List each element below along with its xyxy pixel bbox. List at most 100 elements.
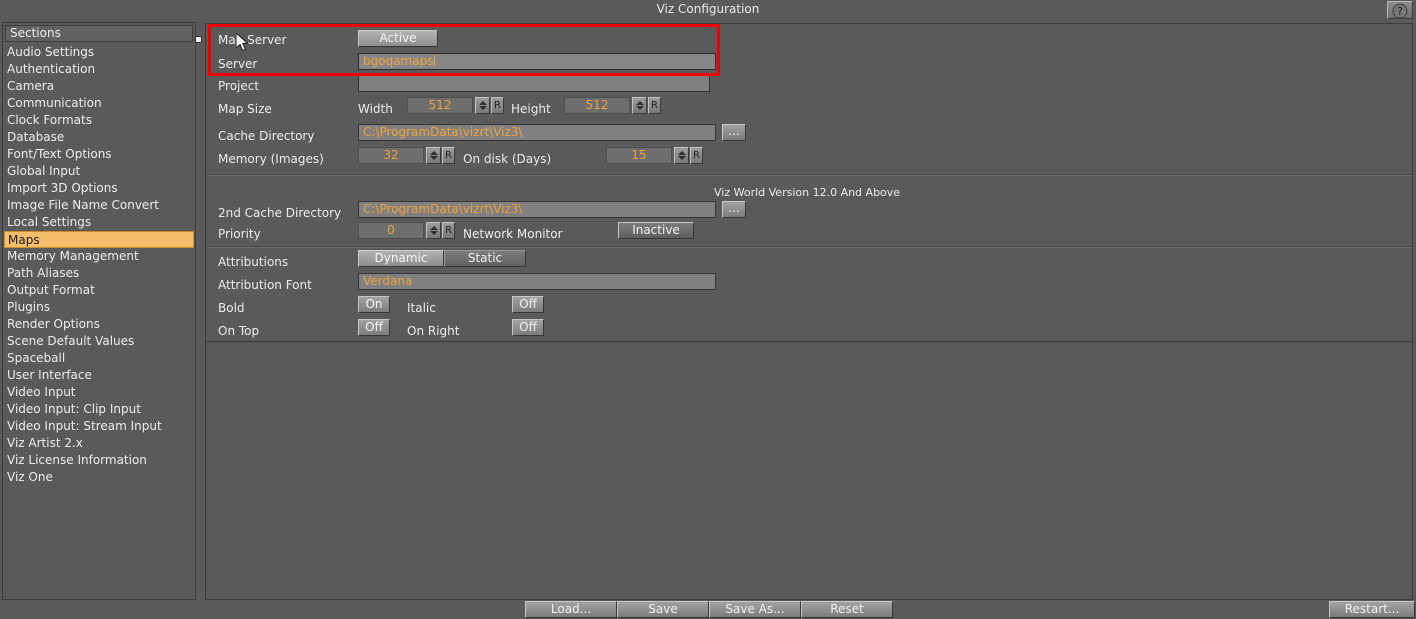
sidebar-item-label: Scene Default Values	[7, 334, 135, 348]
sections-list[interactable]: Audio Settings Authentication Camera Commun…	[4, 44, 194, 486]
priority-reset-button[interactable]: R	[442, 222, 455, 239]
cache-directory-input[interactable]: C:\ProgramData\vizrt\Viz3\	[358, 124, 716, 141]
restart-button[interactable]: Restart...	[1329, 601, 1415, 618]
sidebar-item-maps[interactable]: Maps	[4, 231, 194, 248]
on-right-label: On Right	[407, 324, 460, 338]
on-disk-days-label: On disk (Days)	[463, 152, 552, 166]
map-size-label: Map Size	[218, 102, 272, 116]
sidebar-item-clock-formats[interactable]: Clock Formats	[4, 112, 194, 129]
title-bar: Viz Configuration ?	[0, 0, 1416, 20]
italic-label: Italic	[407, 301, 436, 315]
stepper-up-icon	[430, 226, 438, 230]
sidebar-item-audio-settings[interactable]: Audio Settings	[4, 44, 194, 61]
stepper-down-icon	[678, 156, 686, 160]
server-label: Server	[218, 57, 258, 71]
save-as-button[interactable]: Save As...	[709, 601, 801, 618]
sections-sidebar: Sections Audio Settings Authentication Cam…	[2, 22, 196, 600]
on-disk-days-stepper[interactable]	[674, 147, 689, 164]
memory-images-stepper[interactable]	[426, 147, 441, 164]
sidebar-item-video-input-stream-input[interactable]: Video Input: Stream Input	[4, 418, 194, 435]
map-height-label: Height	[511, 102, 551, 116]
cache-directory-label: Cache Directory	[218, 129, 315, 143]
sidebar-item-video-input-clip-input[interactable]: Video Input: Clip Input	[4, 401, 194, 418]
sidebar-item-camera[interactable]: Camera	[4, 78, 194, 95]
server-input-value: bgoqamaps	[363, 54, 434, 68]
sidebar-item-global-input[interactable]: Global Input	[4, 163, 194, 180]
sidebar-item-output-format[interactable]: Output Format	[4, 282, 194, 299]
bold-label: Bold	[218, 301, 245, 315]
save-button[interactable]: Save	[617, 601, 709, 618]
sidebar-item-viz-artist-2-x[interactable]: Viz Artist 2.x	[4, 435, 194, 452]
sidebar-item-label: Global Input	[7, 164, 81, 178]
on-top-toggle[interactable]: Off	[358, 319, 390, 336]
sidebar-item-viz-license-information[interactable]: Viz License Information	[4, 452, 194, 469]
sidebar-item-local-settings[interactable]: Local Settings	[4, 214, 194, 231]
sidebar-item-authentication[interactable]: Authentication	[4, 61, 194, 78]
project-input[interactable]	[358, 75, 710, 92]
map-width-stepper[interactable]	[475, 97, 490, 114]
sidebar-item-label: Path Aliases	[7, 266, 80, 280]
attribution-font-input[interactable]: Verdana	[358, 273, 716, 290]
italic-toggle[interactable]: Off	[512, 296, 544, 313]
sidebar-item-plugins[interactable]: Plugins	[4, 299, 194, 316]
sidebar-item-scene-default-values[interactable]: Scene Default Values	[4, 333, 194, 350]
sidebar-item-image-file-name-convert[interactable]: Image File Name Convert	[4, 197, 194, 214]
attributions-static-button[interactable]: Static	[444, 250, 526, 267]
attributions-label: Attributions	[218, 255, 289, 269]
map-height-input[interactable]: 512	[564, 97, 630, 114]
sidebar-item-label: Database	[7, 130, 65, 144]
on-disk-days-reset-button[interactable]: R	[690, 147, 703, 164]
memory-images-input[interactable]: 32	[358, 147, 424, 164]
sidebar-item-label: Render Options	[7, 317, 100, 331]
sidebar-item-label: Clock Formats	[7, 113, 92, 127]
second-cache-directory-input[interactable]: C:\ProgramData\vizrt\Viz3\	[358, 201, 716, 218]
sidebar-item-label: Font/Text Options	[7, 147, 112, 161]
stepper-down-icon	[479, 106, 487, 110]
maps-settings-panel: Map Server Active Server bgoqamaps Proje…	[205, 23, 1413, 342]
attributions-dynamic-button[interactable]: Dynamic	[358, 250, 444, 267]
window-title: Viz Configuration	[656, 2, 760, 16]
sidebar-item-spaceball[interactable]: Spaceball	[4, 350, 194, 367]
sidebar-item-path-aliases[interactable]: Path Aliases	[4, 265, 194, 282]
memory-images-reset-button[interactable]: R	[442, 147, 455, 164]
priority-stepper[interactable]	[426, 222, 441, 239]
second-cache-directory-browse-button[interactable]: ...	[722, 201, 746, 218]
sidebar-splitter-handle[interactable]	[195, 36, 202, 43]
sidebar-item-import-3d-options[interactable]: Import 3D Options	[4, 180, 194, 197]
network-monitor-toggle[interactable]: Inactive	[618, 222, 694, 239]
map-width-reset-button[interactable]: R	[491, 97, 504, 114]
sidebar-item-viz-one[interactable]: Viz One	[4, 469, 194, 486]
bold-toggle[interactable]: On	[358, 296, 390, 313]
sidebar-item-video-input[interactable]: Video Input	[4, 384, 194, 401]
sidebar-item-label: Video Input: Stream Input	[7, 419, 162, 433]
sidebar-item-memory-management[interactable]: Memory Management	[4, 248, 194, 265]
stepper-up-icon	[479, 101, 487, 105]
sidebar-item-label: Authentication	[7, 62, 96, 76]
map-server-active-toggle[interactable]: Active	[358, 30, 438, 47]
viz-configuration-window: Viz Configuration ? Sections Audio Setti…	[0, 0, 1416, 619]
server-input[interactable]: bgoqamaps	[358, 53, 716, 70]
priority-input[interactable]: 0	[358, 222, 424, 239]
sidebar-item-font-text-options[interactable]: Font/Text Options	[4, 146, 194, 163]
sidebar-item-label: Video Input	[7, 385, 76, 399]
on-top-label: On Top	[218, 324, 260, 338]
sidebar-item-communication[interactable]: Communication	[4, 95, 194, 112]
map-height-reset-button[interactable]: R	[648, 97, 661, 114]
sidebar-item-database[interactable]: Database	[4, 129, 194, 146]
sidebar-item-label: Plugins	[7, 300, 50, 314]
stepper-down-icon	[636, 106, 644, 110]
help-button[interactable]: ?	[1387, 1, 1413, 19]
load-button[interactable]: Load...	[525, 601, 617, 618]
sidebar-item-label: Audio Settings	[7, 45, 95, 59]
on-right-toggle[interactable]: Off	[512, 319, 544, 336]
map-height-stepper[interactable]	[632, 97, 647, 114]
reset-button[interactable]: Reset	[801, 601, 893, 618]
sidebar-item-label: Import 3D Options	[7, 181, 118, 195]
cache-directory-browse-button[interactable]: ...	[722, 124, 746, 141]
on-disk-days-input[interactable]: 15	[606, 147, 672, 164]
sidebar-item-user-interface[interactable]: User Interface	[4, 367, 194, 384]
sidebar-item-label: Maps	[8, 233, 40, 247]
map-width-input[interactable]: 512	[407, 97, 473, 114]
sidebar-item-render-options[interactable]: Render Options	[4, 316, 194, 333]
sidebar-item-label: Viz Artist 2.x	[7, 436, 83, 450]
